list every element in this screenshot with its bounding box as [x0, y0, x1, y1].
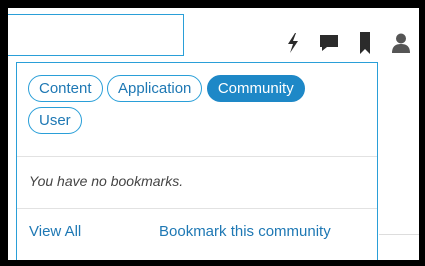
bookmarks-dropdown: Content Application Community User You h…: [16, 62, 378, 260]
search-input[interactable]: [8, 14, 184, 56]
profile-button[interactable]: [383, 30, 419, 56]
lightning-icon: [288, 33, 298, 53]
tab-application[interactable]: Application: [107, 75, 203, 102]
divider: [17, 156, 377, 157]
empty-bookmarks-message: You have no bookmarks.: [29, 173, 184, 189]
tab-content[interactable]: Content: [28, 75, 103, 102]
divider: [379, 234, 419, 235]
activity-button[interactable]: [275, 30, 311, 56]
chat-icon: [320, 35, 338, 51]
user-icon: [392, 33, 410, 53]
toolbar: [275, 30, 419, 56]
bookmark-icon: [360, 32, 370, 54]
bookmarks-button[interactable]: [347, 30, 383, 56]
view-all-link[interactable]: View All: [29, 223, 81, 240]
app-screen: Content Application Community User You h…: [8, 8, 419, 260]
tab-community[interactable]: Community: [206, 75, 305, 102]
divider: [17, 208, 377, 209]
bookmark-community-link[interactable]: Bookmark this community: [159, 223, 331, 240]
messages-button[interactable]: [311, 30, 347, 56]
tab-user[interactable]: User: [28, 107, 82, 134]
bookmark-type-tabs: Content Application Community User: [28, 75, 358, 139]
